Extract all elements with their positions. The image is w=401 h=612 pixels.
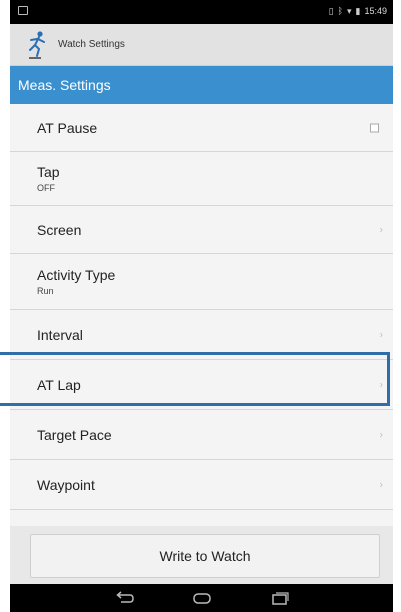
setting-tap[interactable]: Tap OFF — [10, 152, 393, 206]
setting-value: OFF — [37, 183, 55, 193]
app-title: Watch Settings — [58, 39, 125, 50]
setting-interval[interactable]: Interval › — [10, 310, 393, 360]
battery-icon: ▮ — [355, 6, 361, 16]
notification-icon — [18, 6, 28, 15]
setting-label: Activity Type — [37, 267, 116, 283]
chevron-right-icon: › — [379, 379, 383, 390]
setting-label: Waypoint — [37, 476, 95, 493]
sim-icon: ▯ — [328, 6, 334, 16]
setting-label: AT Pause — [37, 119, 98, 136]
chevron-right-icon: › — [379, 429, 383, 440]
runner-icon[interactable] — [24, 30, 50, 60]
status-time: 15:49 — [364, 6, 387, 16]
setting-label: Screen — [37, 221, 82, 238]
back-icon[interactable] — [113, 591, 135, 605]
setting-label: Tap — [37, 164, 60, 180]
footer-bar: Write to Watch — [10, 526, 393, 584]
recents-icon[interactable] — [269, 591, 291, 605]
setting-at-pause[interactable]: AT Pause — [10, 104, 393, 152]
title-bar: Watch Settings — [10, 24, 393, 66]
device-screen: ▯ ᛒ ▾ ▮ 15:49 Watch Settings Meas. Setti… — [10, 0, 393, 612]
write-to-watch-button[interactable]: Write to Watch — [30, 534, 380, 578]
checkbox-icon[interactable] — [370, 123, 379, 132]
section-header: Meas. Settings — [10, 66, 393, 104]
setting-target-pace[interactable]: Target Pace › — [10, 410, 393, 460]
chevron-right-icon: › — [379, 224, 383, 235]
settings-list: AT Pause Tap OFF Screen › Activity Type … — [10, 104, 393, 534]
status-bar: ▯ ᛒ ▾ ▮ 15:49 — [10, 0, 393, 24]
home-icon[interactable] — [191, 591, 213, 605]
section-title: Meas. Settings — [18, 77, 111, 93]
setting-activity-type[interactable]: Activity Type Run — [10, 254, 393, 310]
setting-at-lap[interactable]: AT Lap › — [10, 360, 393, 410]
setting-label: AT Lap — [37, 376, 81, 393]
system-nav-bar — [10, 584, 393, 612]
bluetooth-icon: ᛒ — [337, 6, 343, 16]
setting-waypoint[interactable]: Waypoint › — [10, 460, 393, 510]
setting-label: Target Pace — [37, 426, 112, 443]
setting-label: Interval — [37, 326, 83, 343]
wifi-icon: ▾ — [346, 6, 352, 16]
chevron-right-icon: › — [379, 479, 383, 490]
status-icons: ▯ ᛒ ▾ ▮ 15:49 — [329, 6, 387, 16]
setting-screen[interactable]: Screen › — [10, 206, 393, 254]
chevron-right-icon: › — [379, 329, 383, 340]
setting-value: Run — [37, 286, 54, 296]
